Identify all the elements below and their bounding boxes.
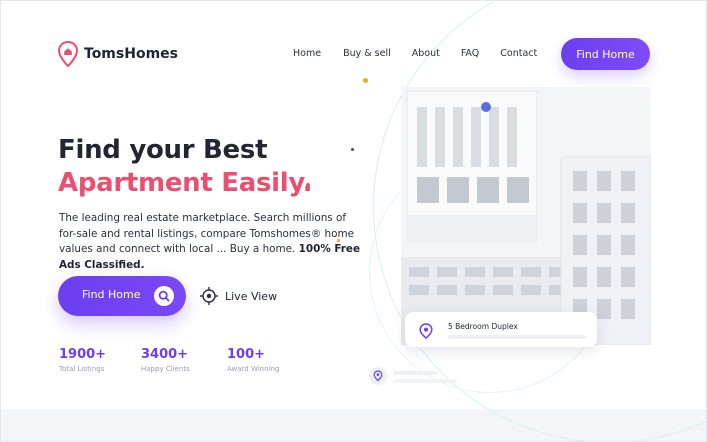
stat-value: 100+ [227, 347, 266, 362]
hero-title-line2: Apartment Easily. [58, 168, 313, 198]
page-frame: TomsHomes Home Buy & sell About FAQ Cont… [0, 0, 707, 442]
find-home-hero-button[interactable]: Find Home [58, 276, 186, 316]
nav-home[interactable]: Home [293, 48, 321, 59]
listing-card[interactable]: 5 Bedroom Duplex [405, 312, 597, 347]
hero-title-line1: Find your Best [58, 135, 268, 165]
logo[interactable]: TomsHomes [58, 41, 178, 67]
stat-label: Happy Clients [141, 365, 190, 373]
find-home-hero-label: Find Home [82, 288, 141, 301]
nav-buy-sell[interactable]: Buy & sell [343, 48, 391, 59]
placeholder-bar [393, 371, 437, 375]
main-nav: Home Buy & sell About FAQ Contact [293, 48, 537, 59]
stat-label: Award Winning [227, 365, 280, 373]
placeholder-bar [393, 379, 457, 383]
home-pin-icon [58, 41, 78, 67]
placeholder-bar [448, 335, 586, 339]
search-icon [154, 286, 174, 306]
hero-description: The leading real estate marketplace. Sea… [59, 211, 364, 273]
stat-value: 3400+ [141, 347, 189, 362]
nav-faq[interactable]: FAQ [461, 48, 479, 59]
stat-label: Total Listings [59, 365, 105, 373]
apartment-building-image [401, 87, 651, 345]
decorative-dot [351, 148, 354, 151]
stat-award-winning: 100+ Award Winning [227, 347, 279, 373]
listing-title: 5 Bedroom Duplex [448, 322, 518, 331]
decorative-dot [306, 183, 310, 187]
brand-name: TomsHomes [84, 46, 178, 62]
find-home-nav-button[interactable]: Find Home [561, 38, 650, 70]
decorative-dot [363, 78, 368, 83]
target-icon [200, 287, 218, 305]
stat-happy-clients: 3400+ Happy Clients [141, 347, 190, 373]
stat-value: 1900+ [59, 347, 107, 362]
stat-total-listings: 1900+ Total Listings [59, 347, 106, 373]
nav-contact[interactable]: Contact [500, 48, 537, 59]
nav-about[interactable]: About [412, 48, 440, 59]
live-view-label: Live View [225, 289, 278, 303]
location-pin-icon [419, 323, 433, 343]
location-pin-icon [369, 367, 387, 385]
live-view-button[interactable]: Live View [199, 286, 277, 306]
